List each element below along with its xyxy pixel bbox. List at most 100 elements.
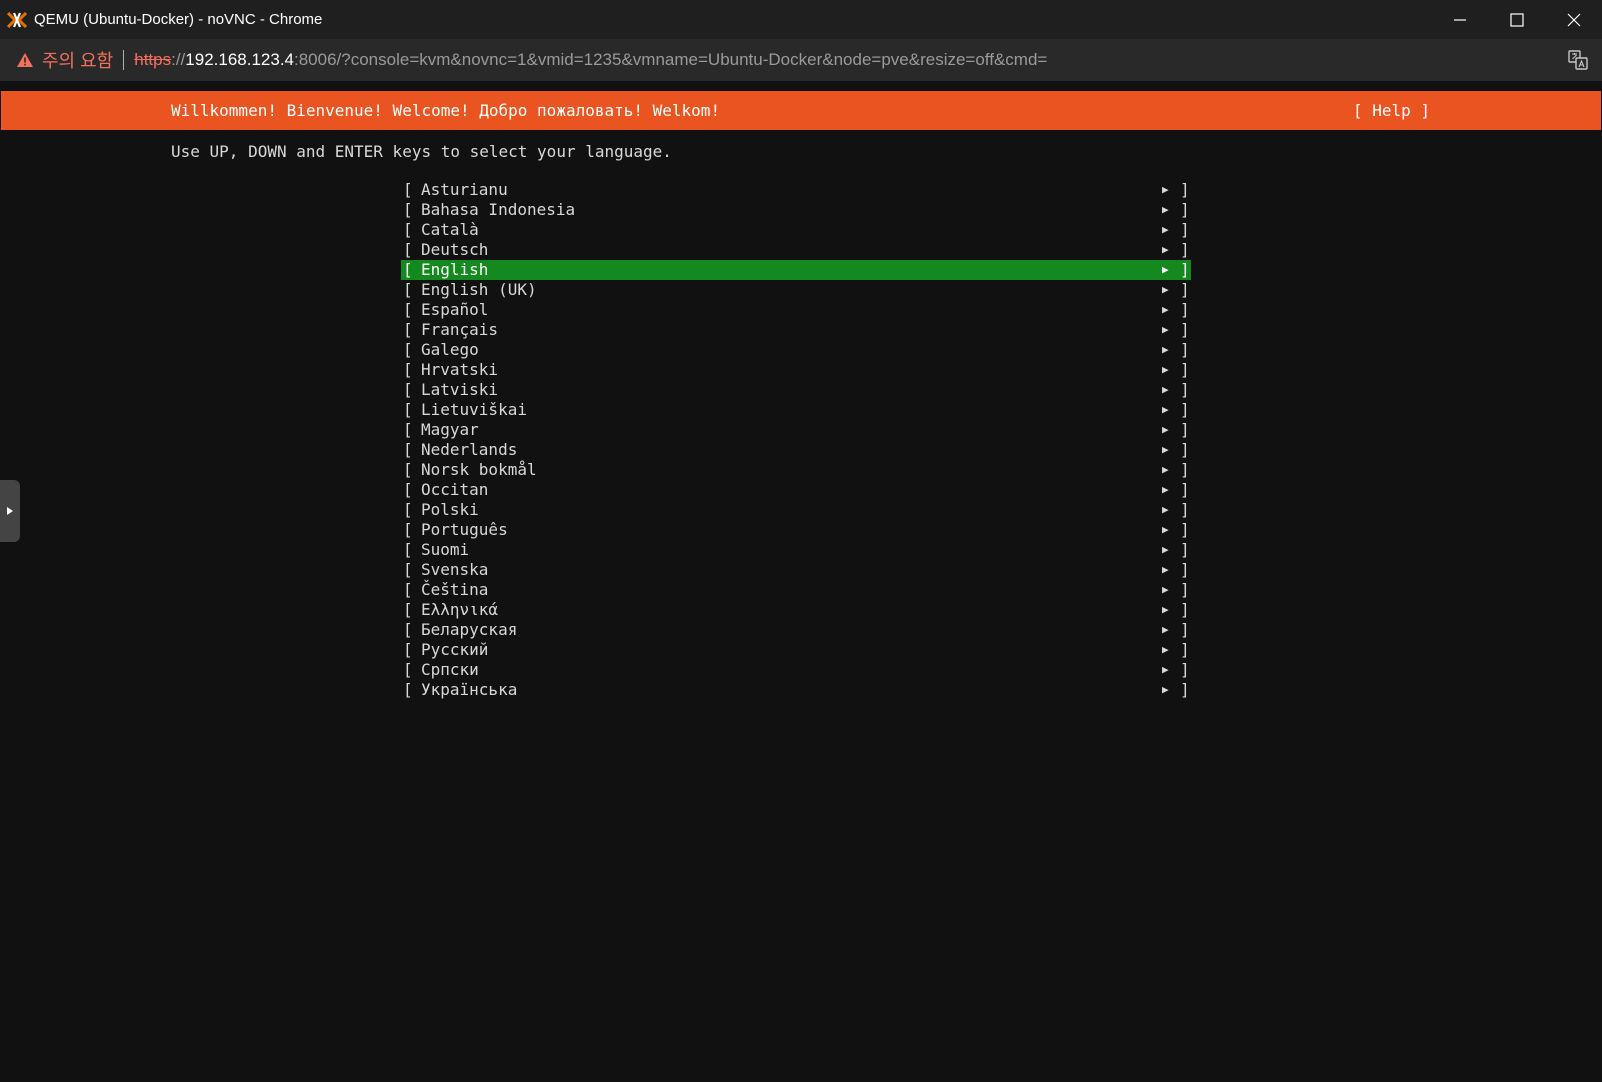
bracket-open: [ xyxy=(403,520,413,539)
language-list: [Asturianu ▶] [Bahasa Indonesia ▶] [Català ▶]… xyxy=(401,180,1191,700)
help-button[interactable]: [ Help ] xyxy=(1353,101,1430,120)
language-option[interactable]: [Norsk bokmål ▶] xyxy=(401,460,1191,480)
language-option[interactable]: [Беларуская ▶] xyxy=(401,620,1191,640)
close-button[interactable] xyxy=(1545,0,1602,39)
language-option[interactable]: [Suomi ▶] xyxy=(401,540,1191,560)
bracket-open: [ xyxy=(403,660,413,679)
submenu-arrow-icon: ▶ xyxy=(1162,343,1169,356)
welcome-banner: Willkommen! Bienvenue! Welcome! Добро по… xyxy=(171,101,721,120)
bracket-close: ] xyxy=(1180,580,1190,599)
submenu-arrow-icon: ▶ xyxy=(1162,463,1169,476)
language-option[interactable]: [Français ▶] xyxy=(401,320,1191,340)
language-option[interactable]: [Українська ▶] xyxy=(401,680,1191,700)
minimize-icon xyxy=(1453,18,1466,21)
language-label: Galego xyxy=(421,340,479,359)
submenu-arrow-icon: ▶ xyxy=(1162,483,1169,496)
expand-arrow-icon xyxy=(7,507,13,515)
bracket-open: [ xyxy=(403,560,413,579)
language-option[interactable]: [ Čeština ▶] xyxy=(401,580,1191,600)
submenu-arrow-icon: ▶ xyxy=(1162,563,1169,576)
language-label: Bahasa Indonesia xyxy=(421,200,576,219)
language-option[interactable]: [ Svenska ▶] xyxy=(401,560,1191,580)
instructions-text: Use UP, DOWN and ENTER keys to select yo… xyxy=(171,142,672,161)
submenu-arrow-icon: ▶ xyxy=(1162,263,1169,276)
window-title: QEMU (Ubuntu-Docker) - noVNC - Chrome xyxy=(34,11,323,28)
language-label: Čeština xyxy=(421,580,489,599)
language-label: Українська xyxy=(421,680,518,699)
bracket-close: ] xyxy=(1180,260,1190,279)
language-label: Español xyxy=(421,300,489,319)
bracket-open: [ xyxy=(403,420,413,439)
language-option[interactable]: [Ελληνικά ▶] xyxy=(401,600,1191,620)
bracket-open: [ xyxy=(403,300,413,319)
bracket-close: ] xyxy=(1180,560,1190,579)
submenu-arrow-icon: ▶ xyxy=(1162,383,1169,396)
bracket-close: ] xyxy=(1180,420,1190,439)
submenu-arrow-icon: ▶ xyxy=(1162,303,1169,316)
language-label: Asturianu xyxy=(421,180,508,199)
language-option[interactable]: [Русский ▶] xyxy=(401,640,1191,660)
language-option[interactable]: [Hrvatski ▶] xyxy=(401,360,1191,380)
maximize-button[interactable] xyxy=(1488,0,1545,39)
submenu-arrow-icon: ▶ xyxy=(1162,643,1169,656)
minimize-button[interactable] xyxy=(1431,0,1488,39)
language-option[interactable]: [Lietuviškai ▶] xyxy=(401,400,1191,420)
url-separator: :// xyxy=(171,50,186,69)
translate-icon[interactable] xyxy=(1568,50,1588,70)
submenu-arrow-icon: ▶ xyxy=(1162,543,1169,556)
bracket-close: ] xyxy=(1180,380,1190,399)
bracket-close: ] xyxy=(1180,400,1190,419)
language-label: Nederlands xyxy=(421,440,518,459)
language-option[interactable]: [Asturianu ▶] xyxy=(401,180,1191,200)
url-host: 192.168.123.4 xyxy=(185,50,294,69)
language-option[interactable]: [Polski ▶] xyxy=(401,500,1191,520)
language-option[interactable]: [Galego ▶] xyxy=(401,340,1191,360)
language-option[interactable]: [Deutsch ▶] xyxy=(401,240,1191,260)
bracket-open: [ xyxy=(403,580,413,599)
language-option[interactable]: [Português ▶] xyxy=(401,520,1191,540)
close-icon xyxy=(1567,13,1580,26)
language-option[interactable]: [Nederlands ▶] xyxy=(401,440,1191,460)
language-option[interactable]: [Српски ▶] xyxy=(401,660,1191,680)
warning-triangle-icon[interactable] xyxy=(16,51,34,69)
submenu-arrow-icon: ▶ xyxy=(1162,423,1169,436)
submenu-arrow-icon: ▶ xyxy=(1162,403,1169,416)
language-option[interactable]: [Bahasa Indonesia ▶] xyxy=(401,200,1191,220)
language-label: Latviski xyxy=(421,380,499,399)
submenu-arrow-icon: ▶ xyxy=(1162,283,1169,296)
address-bar[interactable]: 주의 요함 https://192.168.123.4:8006/?consol… xyxy=(0,39,1602,81)
bracket-open: [ xyxy=(403,440,413,459)
bracket-close: ] xyxy=(1180,480,1190,499)
security-warning[interactable]: 주의 요함 xyxy=(42,47,113,73)
language-option[interactable]: [Magyar ▶] xyxy=(401,420,1191,440)
bracket-open: [ xyxy=(403,380,413,399)
bracket-open: [ xyxy=(403,480,413,499)
language-option[interactable]: [English (UK) ▶] xyxy=(401,280,1191,300)
language-option[interactable]: [Català ▶] xyxy=(401,220,1191,240)
submenu-arrow-icon: ▶ xyxy=(1162,443,1169,456)
bracket-close: ] xyxy=(1180,220,1190,239)
language-option[interactable]: [Occitan ▶] xyxy=(401,480,1191,500)
language-label: Svenska xyxy=(421,560,489,579)
bracket-close: ] xyxy=(1180,600,1190,619)
bracket-close: ] xyxy=(1180,300,1190,319)
bracket-open: [ xyxy=(403,260,413,279)
bracket-close: ] xyxy=(1180,640,1190,659)
language-label: Lietuviškai xyxy=(421,400,527,419)
submenu-arrow-icon: ▶ xyxy=(1162,503,1169,516)
bracket-open: [ xyxy=(403,220,413,239)
submenu-arrow-icon: ▶ xyxy=(1162,623,1169,636)
novnc-control-bar-handle[interactable] xyxy=(0,480,20,542)
language-label: Português xyxy=(421,520,508,539)
url-scheme: https xyxy=(134,50,172,69)
language-label: Suomi xyxy=(421,540,470,559)
language-option[interactable]: [ Latviski ▶] xyxy=(401,380,1191,400)
language-option[interactable]: [ Español ▶] xyxy=(401,300,1191,320)
url-field[interactable]: https://192.168.123.4:8006/?console=kvm&… xyxy=(134,50,1047,70)
language-label: Polski xyxy=(421,500,479,519)
bracket-close: ] xyxy=(1180,540,1190,559)
language-option[interactable]: [English ▶] xyxy=(401,260,1191,280)
submenu-arrow-icon: ▶ xyxy=(1162,583,1169,596)
bracket-close: ] xyxy=(1180,520,1190,539)
address-divider xyxy=(123,50,125,70)
